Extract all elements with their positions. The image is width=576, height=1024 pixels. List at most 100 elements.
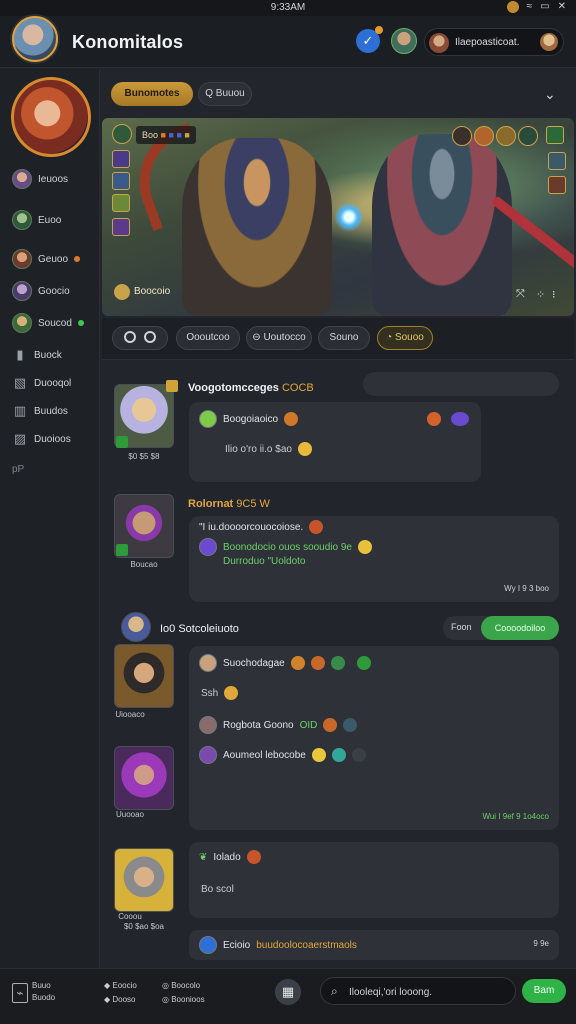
status-badge (116, 436, 128, 448)
more-icon[interactable]: ⁝ (552, 288, 556, 301)
chat-input[interactable] (349, 984, 509, 1000)
filter-chip[interactable]: Souno (318, 326, 370, 350)
emoji-icon[interactable] (427, 412, 441, 426)
sidebar-avatar (12, 210, 32, 230)
group-avatar[interactable] (121, 612, 151, 642)
sidebar-item-ieuoos[interactable]: Ieuoos (12, 167, 68, 191)
item-icon[interactable] (496, 126, 516, 146)
filter-chip[interactable]: Oooutcoo (176, 326, 240, 350)
bottom-col1-item[interactable]: ◆ Eoocio (104, 981, 137, 990)
secondary-pill-button[interactable]: Q Buuou (198, 82, 252, 106)
chart-icon: ▥ (13, 403, 27, 418)
sidebar-item-buock[interactable]: ▮ Buock (12, 343, 61, 367)
row-text: Iolado (213, 851, 241, 863)
emoji-icon (284, 412, 299, 426)
post-author-avatar[interactable] (114, 644, 174, 708)
chat-input-field[interactable]: ⌕ (320, 977, 516, 1005)
skill-icon[interactable] (112, 218, 130, 236)
online-dot (77, 320, 84, 326)
circle-icon: ◎ (162, 995, 172, 1004)
post-author-name[interactable]: Rolornat 9C5 W (188, 498, 270, 510)
user-profile-pill[interactable]: Ilaepoasticoat. (424, 28, 564, 56)
document-icon[interactable]: ⌁ (12, 983, 28, 1003)
emoji-icon (343, 718, 358, 732)
item-icon[interactable] (546, 126, 564, 144)
post-meta-sub: $0 $ao $oa (123, 922, 165, 931)
app-logo-avatar[interactable] (12, 16, 58, 62)
post-timestamp: Wui I 9ef 9 1o4oco (482, 812, 549, 821)
sidebar-item-label: Geuoo (38, 253, 69, 265)
sidebar-item-duoioos[interactable]: ▨ Duoioos (12, 427, 71, 451)
primary-pill-button[interactable]: Bunomotes (111, 82, 193, 106)
item-icon[interactable] (518, 126, 538, 146)
skill-icon[interactable] (112, 194, 130, 212)
sidebar: Ieuoos Euoo Geuoo Goocio Soucod ▮ Buock … (0, 69, 100, 968)
post-meta: Cooou (118, 912, 142, 921)
grid-menu-icon[interactable]: ▦ (275, 979, 301, 1005)
post-row: "I iu.doooorcouocoiose. (199, 520, 324, 534)
post-row: Boonodocio ouos sooudio 9e (199, 538, 372, 556)
activity-row: Ecioio buudoolocoaerstmaols (199, 936, 357, 954)
row-text: Boogoiaoico (223, 413, 279, 425)
verified-check-icon[interactable]: ✓ (356, 26, 383, 53)
expand-icon[interactable]: ⤧ (516, 288, 525, 301)
toggle-chip[interactable] (112, 326, 168, 350)
post-row: Aoumeol lebocobe (199, 746, 366, 764)
post-row: Suochodagae (199, 654, 371, 672)
emoji-icon (297, 442, 312, 456)
tab-left[interactable]: Foon (451, 622, 472, 632)
skill-icon[interactable] (112, 150, 130, 168)
knight-illustration (372, 134, 512, 316)
sidebar-item-duooqol[interactable]: ▧ Duooqol (12, 371, 71, 395)
status-bar: 9:33AM ≈ ▭ ✕ (0, 0, 576, 16)
bottom-col2-item[interactable]: ◎ Boonioos (162, 995, 205, 1004)
friend-avatar[interactable] (391, 28, 417, 54)
post-author-name[interactable]: Voogotomcceges COCB (188, 382, 314, 394)
settings-icon[interactable]: ⁘ (536, 288, 545, 301)
tab-right-active[interactable]: Coooodoiloo (481, 616, 559, 640)
item-icon[interactable] (548, 176, 566, 194)
row-avatar (199, 654, 217, 672)
sidebar-item-label: Ieuoos (38, 173, 69, 185)
clock: 9:33AM (270, 2, 306, 13)
filter-chip-label: Souoo (394, 332, 424, 343)
sidebar-item-goocio[interactable]: Goocio (12, 279, 70, 303)
hero-banner[interactable]: Boo ■ ■ ■ ■ Boocoio ⤧ ⁘ ⁝ (102, 118, 574, 316)
bottom-bar: ⌁ Buuo Buodo ◆ Eoocio ◆ Dooso ◎ Boocolo … (0, 968, 576, 1024)
sidebar-item-geuoo[interactable]: Geuoo (12, 247, 81, 271)
post-row: ❦ Iolado (199, 850, 261, 864)
row-text: Boonodocio ouos sooudio 9e (223, 541, 352, 553)
bottom-col1-item[interactable]: ◆ Dooso (104, 995, 136, 1004)
skill-icon[interactable] (112, 172, 130, 190)
filter-chip-active[interactable]: ◔ Souoo (377, 326, 433, 350)
activity-time: 9 9e (533, 939, 549, 948)
filter-chip[interactable]: ⊖ Uoutocco (246, 326, 312, 350)
item-icon[interactable] (548, 152, 566, 170)
warrior-illustration (182, 138, 332, 316)
sidebar-item-buudos[interactable]: ▥ Buudos (12, 399, 68, 423)
sidebar-item-label: Goocio (38, 285, 70, 297)
sidebar-item-soucod[interactable]: Soucod (12, 311, 84, 335)
unread-dot (74, 256, 81, 262)
group-tabs: Foon Coooodoiloo (443, 616, 559, 640)
image-icon: ▧ (13, 375, 27, 390)
post-meta: Uuooao (115, 810, 145, 819)
emoji-icon[interactable] (451, 412, 469, 426)
post-author-avatar[interactable] (114, 746, 174, 810)
sidebar-item-euoo[interactable]: Euoo (12, 208, 61, 232)
emoji-icon (331, 748, 346, 762)
close-icon[interactable]: ✕ (558, 1, 566, 13)
post-card: "I iu.doooorcouocoiose. Boonodocio ouos … (189, 516, 559, 602)
post-row: Rogbota Goono OID (199, 716, 358, 734)
send-button[interactable]: Bam (522, 979, 566, 1003)
search-field[interactable] (363, 372, 559, 396)
post-author-avatar[interactable] (114, 848, 174, 912)
item-icon[interactable] (474, 126, 494, 146)
activity-bar[interactable]: Ecioio buudoolocoaerstmaols 9 9e (189, 930, 559, 960)
hero-profile-avatar[interactable] (11, 77, 91, 157)
guild-emblem-icon[interactable] (112, 124, 132, 144)
wifi-icon: ≈ (526, 1, 533, 12)
bottom-col2-item[interactable]: ◎ Boocolo (162, 981, 200, 990)
chevron-down-icon[interactable]: ⌄ (544, 86, 556, 103)
item-icon[interactable] (452, 126, 472, 146)
